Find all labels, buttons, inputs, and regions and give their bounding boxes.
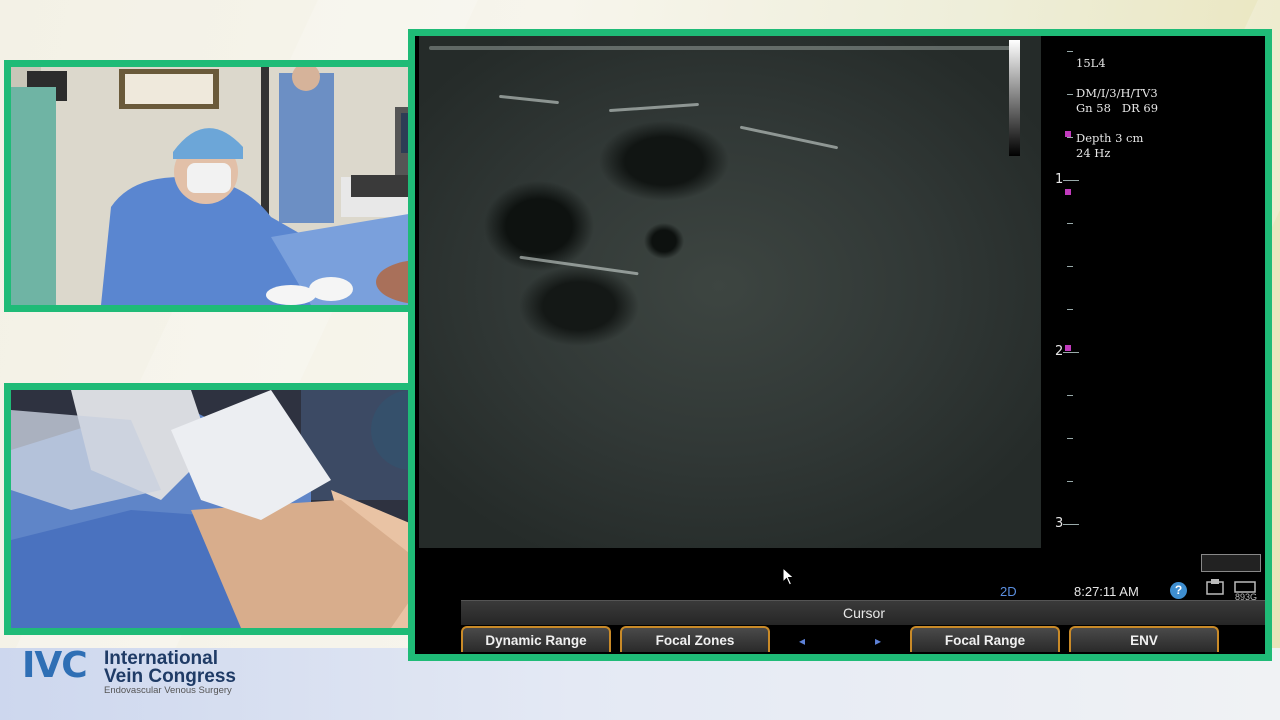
depth-mark-1: 1: [1055, 172, 1064, 187]
depth-tick: [1067, 481, 1073, 482]
logo-mark: IVC: [22, 645, 88, 686]
focal-marker: [1065, 189, 1071, 195]
mode-label: 2D: [1000, 584, 1017, 599]
ultrasound-display: 15L4 DM/I/3/H/TV3 Gn 58 DR 69 Depth 3 cm…: [408, 29, 1272, 661]
surgeon-camera-view: [4, 60, 457, 312]
procedure-camera-view: [4, 383, 457, 635]
ultrasound-image: [419, 36, 1041, 548]
tissue-reflection: [609, 102, 699, 113]
ivc-logo: IVC International Vein Congress Endovasc…: [22, 645, 282, 701]
depth-tick: [1067, 94, 1073, 95]
focal-marker: [1065, 345, 1071, 351]
preset-label: DM/I/3/H/TV3: [1076, 86, 1158, 100]
dynamic-range-button[interactable]: Dynamic Range: [461, 626, 611, 652]
depth-tick: [1063, 524, 1079, 525]
logo-subtitle: Endovascular Venous Surgery: [104, 685, 232, 696]
depth-mark-3: 3: [1055, 516, 1064, 531]
env-button[interactable]: ENV: [1069, 626, 1219, 652]
hands-scene: [11, 390, 450, 628]
cursor-status-bar: Cursor: [461, 600, 1265, 625]
depth-tick: [1067, 223, 1073, 224]
depth-mark-2: 2: [1055, 344, 1064, 359]
surgeon-scene: [11, 67, 450, 305]
focal-range-button[interactable]: Focal Range: [910, 626, 1060, 652]
depth-label: Depth 3 cm: [1076, 131, 1144, 145]
scroll-indicator[interactable]: [1201, 554, 1261, 572]
depth-scale: 1 2 3: [1055, 51, 1085, 551]
arrow-right-icon[interactable]: ▸: [875, 634, 881, 648]
mouse-pointer-icon: [782, 567, 795, 586]
tissue-reflection: [499, 94, 559, 105]
tissue-reflection: [429, 46, 1019, 50]
focal-zones-button[interactable]: Focal Zones: [620, 626, 770, 652]
depth-tick: [1063, 352, 1079, 353]
help-icon[interactable]: ?: [1170, 582, 1187, 599]
tissue-reflection: [519, 255, 639, 276]
clock: 8:27:11 AM: [1074, 584, 1139, 599]
depth-tick: [1067, 51, 1073, 52]
depth-tick: [1067, 395, 1073, 396]
system-status-icons: 893G: [1205, 578, 1261, 602]
gain-dr-label: Gn 58 DR 69: [1076, 101, 1159, 115]
depth-tick: [1067, 266, 1073, 267]
depth-tick: [1067, 309, 1073, 310]
arrow-left-icon[interactable]: ◂: [799, 634, 805, 648]
depth-tick: [1063, 180, 1079, 181]
grayscale-bar: [1009, 40, 1020, 156]
depth-tick: [1067, 438, 1073, 439]
depth-tick: [1067, 137, 1073, 138]
tissue-reflection: [739, 125, 839, 150]
